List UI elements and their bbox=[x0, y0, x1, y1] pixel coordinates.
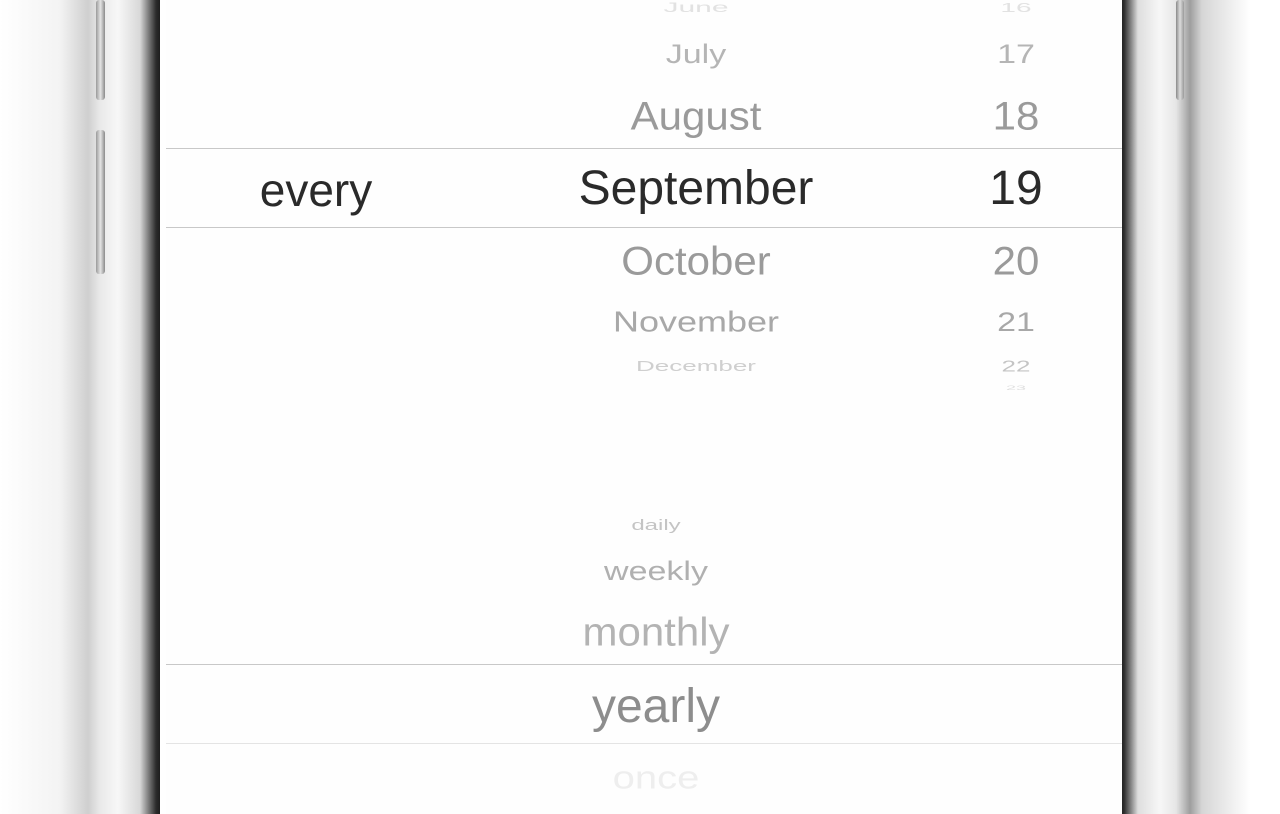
month-option[interactable]: October bbox=[621, 241, 770, 281]
frequency-option[interactable]: daily bbox=[631, 518, 680, 533]
frequency-option[interactable]: monthly bbox=[582, 612, 729, 652]
phone-screen: every June July August September October Nove… bbox=[166, 0, 1122, 814]
day-option[interactable]: 23 bbox=[1006, 385, 1026, 391]
volume-button bbox=[96, 130, 105, 274]
month-option[interactable]: November bbox=[613, 307, 779, 337]
day-option[interactable]: 16 bbox=[1000, 1, 1031, 15]
mute-switch bbox=[96, 0, 105, 100]
frequency-option[interactable]: once bbox=[613, 762, 700, 794]
every-label: every bbox=[259, 164, 373, 216]
day-option[interactable]: 21 bbox=[997, 308, 1035, 335]
day-option[interactable]: 17 bbox=[997, 40, 1035, 67]
month-option[interactable]: December bbox=[636, 359, 756, 373]
phone-bezel-left bbox=[0, 0, 160, 814]
power-button bbox=[1176, 0, 1184, 100]
frequency-option[interactable]: yearly bbox=[592, 683, 720, 731]
month-option[interactable]: July bbox=[666, 40, 726, 67]
day-option[interactable]: 18 bbox=[993, 96, 1040, 136]
day-option[interactable]: 19 bbox=[989, 165, 1042, 213]
month-option[interactable]: August bbox=[631, 96, 762, 136]
day-option[interactable]: 20 bbox=[993, 241, 1040, 281]
date-picker: every June July August September October Nove… bbox=[166, 0, 1122, 400]
day-option[interactable]: 22 bbox=[1002, 358, 1031, 374]
frequency-picker: daily weekly monthly yearly once bbox=[166, 490, 1122, 814]
frequency-option[interactable]: weekly bbox=[604, 557, 708, 584]
month-option[interactable]: June bbox=[663, 1, 728, 15]
phone-bezel-right bbox=[1120, 0, 1280, 814]
month-option[interactable]: September bbox=[579, 165, 814, 213]
